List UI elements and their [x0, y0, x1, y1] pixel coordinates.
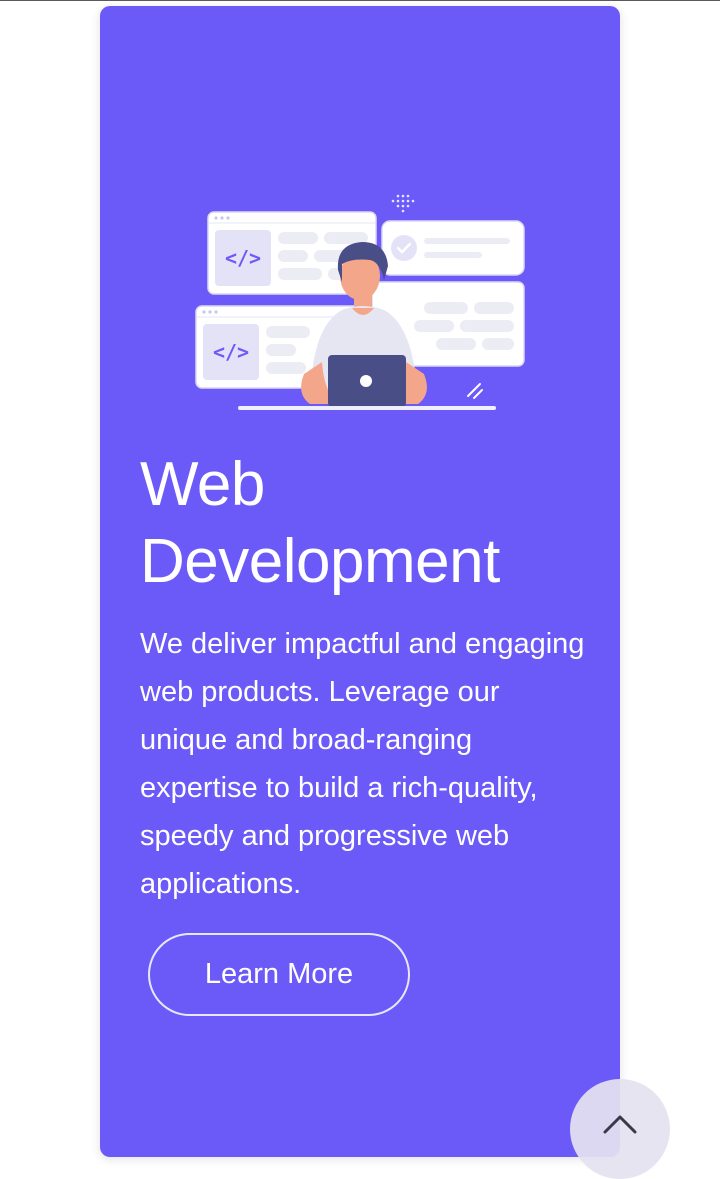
- notification-card: [381, 220, 525, 276]
- scroll-to-top-button[interactable]: [570, 1079, 670, 1179]
- chevron-up-icon: [603, 1115, 637, 1134]
- pencil-marks: [467, 383, 483, 399]
- svg-text:</>: </>: [213, 340, 249, 364]
- svg-text:</>: </>: [225, 246, 261, 270]
- desk-line: [238, 406, 496, 410]
- developer-illustration: </> </>: [195, 194, 525, 410]
- card-title: Web Development: [140, 450, 500, 596]
- dots-decoration: [391, 194, 415, 213]
- card-description: We deliver impactful and engaging web pr…: [140, 628, 585, 900]
- learn-more-button[interactable]: Learn More: [148, 933, 410, 1016]
- top-divider: [0, 0, 720, 1]
- service-card: </> </> Web Development We deliver impac…: [100, 6, 620, 1157]
